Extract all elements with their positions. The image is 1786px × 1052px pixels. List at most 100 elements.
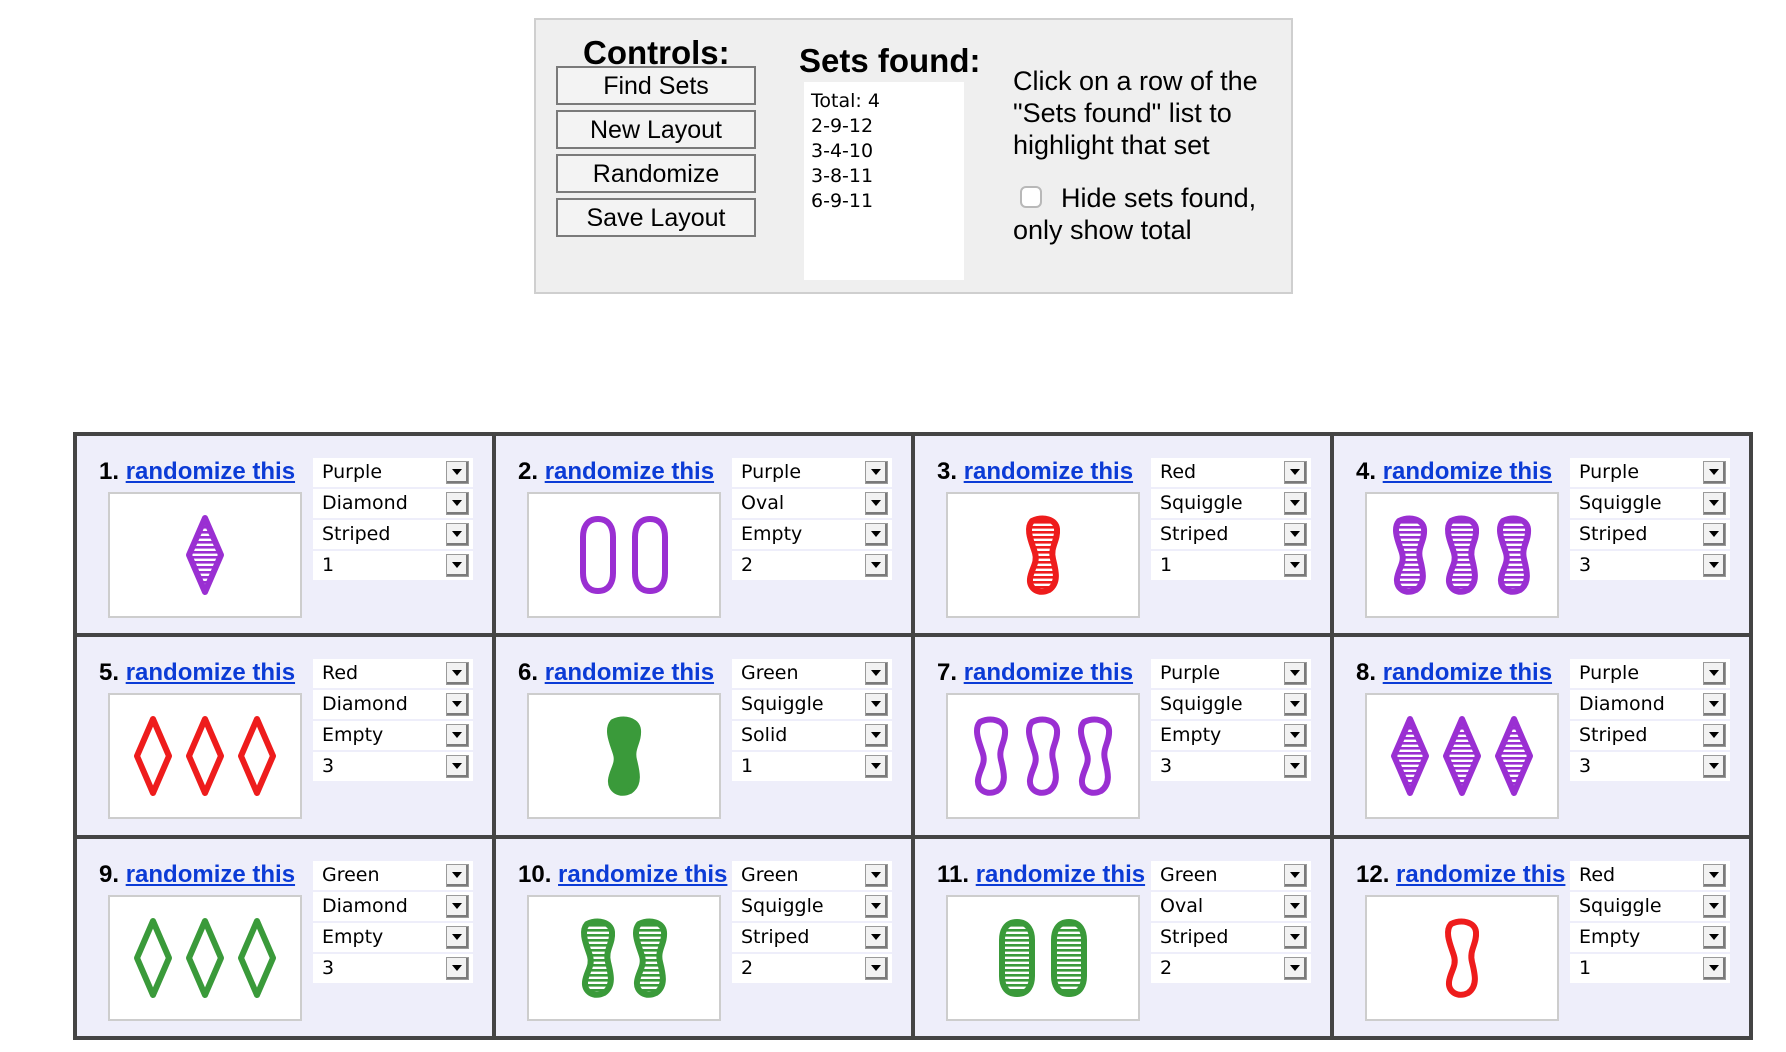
shape-select[interactable]: Squiggle: [1151, 690, 1311, 720]
fill-select[interactable]: Striped: [1570, 721, 1730, 751]
fill-select[interactable]: Striped: [1570, 520, 1730, 549]
dropdown-arrow-icon[interactable]: [865, 863, 888, 887]
randomize-card-link[interactable]: randomize this: [964, 659, 1133, 686]
dropdown-arrow-icon[interactable]: [446, 662, 469, 686]
dropdown-arrow-icon[interactable]: [1284, 894, 1307, 918]
dropdown-arrow-icon[interactable]: [865, 523, 888, 546]
color-select[interactable]: Green: [313, 860, 473, 890]
hide-sets-checkbox[interactable]: [1020, 186, 1042, 208]
randomize-card-link[interactable]: randomize this: [976, 861, 1145, 888]
randomize-button[interactable]: Randomize: [556, 154, 756, 193]
count-select[interactable]: 2: [732, 953, 892, 983]
randomize-card-link[interactable]: randomize this: [1383, 659, 1552, 686]
color-select[interactable]: Purple: [1151, 659, 1311, 689]
set-row[interactable]: 3-4-10: [811, 139, 964, 164]
dropdown-arrow-icon[interactable]: [1703, 554, 1726, 577]
shape-select[interactable]: Diamond: [313, 489, 473, 518]
dropdown-arrow-icon[interactable]: [1284, 724, 1307, 748]
randomize-card-link[interactable]: randomize this: [126, 458, 295, 485]
dropdown-arrow-icon[interactable]: [1703, 755, 1726, 779]
dropdown-arrow-icon[interactable]: [865, 693, 888, 717]
dropdown-arrow-icon[interactable]: [446, 554, 469, 577]
fill-select[interactable]: Striped: [1151, 922, 1311, 952]
randomize-card-link[interactable]: randomize this: [558, 861, 727, 888]
fill-select[interactable]: Striped: [732, 922, 892, 952]
color-select[interactable]: Red: [1570, 860, 1730, 890]
count-select[interactable]: 2: [1151, 953, 1311, 983]
fill-select[interactable]: Empty: [1151, 721, 1311, 751]
randomize-card-link[interactable]: randomize this: [545, 659, 714, 686]
dropdown-arrow-icon[interactable]: [1284, 693, 1307, 717]
dropdown-arrow-icon[interactable]: [446, 894, 469, 918]
dropdown-arrow-icon[interactable]: [865, 554, 888, 577]
randomize-card-link[interactable]: randomize this: [126, 659, 295, 686]
dropdown-arrow-icon[interactable]: [865, 461, 888, 484]
dropdown-arrow-icon[interactable]: [446, 863, 469, 887]
dropdown-arrow-icon[interactable]: [1703, 523, 1726, 546]
dropdown-arrow-icon[interactable]: [446, 724, 469, 748]
fill-select[interactable]: Empty: [313, 922, 473, 952]
dropdown-arrow-icon[interactable]: [446, 492, 469, 515]
dropdown-arrow-icon[interactable]: [865, 925, 888, 949]
color-select[interactable]: Green: [732, 659, 892, 689]
count-select[interactable]: 2: [732, 551, 892, 580]
dropdown-arrow-icon[interactable]: [446, 956, 469, 980]
fill-select[interactable]: Striped: [1151, 520, 1311, 549]
dropdown-arrow-icon[interactable]: [1703, 863, 1726, 887]
set-row[interactable]: 6-9-11: [811, 189, 964, 214]
save-layout-button[interactable]: Save Layout: [556, 198, 756, 237]
dropdown-arrow-icon[interactable]: [1703, 492, 1726, 515]
fill-select[interactable]: Empty: [732, 520, 892, 549]
count-select[interactable]: 1: [1151, 551, 1311, 580]
color-select[interactable]: Green: [732, 860, 892, 890]
randomize-card-link[interactable]: randomize this: [1396, 861, 1565, 888]
fill-select[interactable]: Solid: [732, 721, 892, 751]
dropdown-arrow-icon[interactable]: [446, 925, 469, 949]
dropdown-arrow-icon[interactable]: [1284, 523, 1307, 546]
shape-select[interactable]: Oval: [732, 489, 892, 518]
dropdown-arrow-icon[interactable]: [1703, 461, 1726, 484]
new-layout-button[interactable]: New Layout: [556, 110, 756, 149]
shape-select[interactable]: Squiggle: [732, 690, 892, 720]
fill-select[interactable]: Striped: [313, 520, 473, 549]
dropdown-arrow-icon[interactable]: [1703, 662, 1726, 686]
dropdown-arrow-icon[interactable]: [1284, 863, 1307, 887]
count-select[interactable]: 3: [1151, 752, 1311, 782]
color-select[interactable]: Purple: [1570, 659, 1730, 689]
dropdown-arrow-icon[interactable]: [446, 693, 469, 717]
dropdown-arrow-icon[interactable]: [1284, 925, 1307, 949]
dropdown-arrow-icon[interactable]: [1703, 956, 1726, 980]
randomize-card-link[interactable]: randomize this: [1383, 458, 1552, 485]
dropdown-arrow-icon[interactable]: [865, 724, 888, 748]
randomize-card-link[interactable]: randomize this: [545, 458, 714, 485]
color-select[interactable]: Red: [313, 659, 473, 689]
dropdown-arrow-icon[interactable]: [865, 492, 888, 515]
count-select[interactable]: 3: [313, 752, 473, 782]
dropdown-arrow-icon[interactable]: [1284, 461, 1307, 484]
color-select[interactable]: Purple: [313, 458, 473, 487]
dropdown-arrow-icon[interactable]: [446, 755, 469, 779]
randomize-card-link[interactable]: randomize this: [126, 861, 295, 888]
dropdown-arrow-icon[interactable]: [865, 956, 888, 980]
randomize-card-link[interactable]: randomize this: [964, 458, 1133, 485]
color-select[interactable]: Purple: [1570, 458, 1730, 487]
dropdown-arrow-icon[interactable]: [1284, 755, 1307, 779]
set-row[interactable]: 3-8-11: [811, 164, 964, 189]
dropdown-arrow-icon[interactable]: [1703, 724, 1726, 748]
dropdown-arrow-icon[interactable]: [865, 755, 888, 779]
dropdown-arrow-icon[interactable]: [1284, 662, 1307, 686]
dropdown-arrow-icon[interactable]: [1703, 925, 1726, 949]
count-select[interactable]: 3: [313, 953, 473, 983]
dropdown-arrow-icon[interactable]: [865, 894, 888, 918]
shape-select[interactable]: Oval: [1151, 891, 1311, 921]
color-select[interactable]: Purple: [732, 458, 892, 487]
count-select[interactable]: 1: [732, 752, 892, 782]
dropdown-arrow-icon[interactable]: [1703, 894, 1726, 918]
find-sets-button[interactable]: Find Sets: [556, 66, 756, 105]
dropdown-arrow-icon[interactable]: [446, 523, 469, 546]
color-select[interactable]: Green: [1151, 860, 1311, 890]
dropdown-arrow-icon[interactable]: [1703, 693, 1726, 717]
shape-select[interactable]: Squiggle: [1570, 489, 1730, 518]
dropdown-arrow-icon[interactable]: [865, 662, 888, 686]
shape-select[interactable]: Squiggle: [1570, 891, 1730, 921]
